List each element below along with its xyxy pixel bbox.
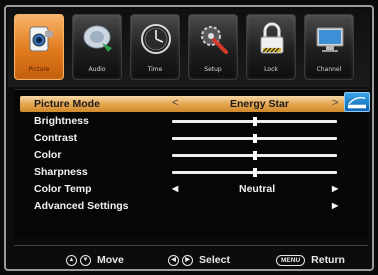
down-arrow-button-icon: ▼: [80, 254, 91, 266]
contrast-label: Contrast: [34, 132, 78, 144]
slider-knob[interactable]: [252, 117, 257, 126]
right-arrow-button-icon: ▶: [182, 254, 193, 266]
help-return: MENU Return: [276, 254, 345, 266]
advanced-settings-label: Advanced Settings: [34, 200, 129, 212]
monitor-icon: [316, 27, 344, 52]
slider-knob[interactable]: [252, 168, 257, 177]
triangle-left-icon[interactable]: ◀: [172, 184, 178, 193]
tab-lock[interactable]: Lock: [246, 14, 296, 80]
help-move: ▲ ▼ Move: [66, 254, 124, 266]
tab-label: Channel: [316, 66, 342, 73]
sharpness-slider[interactable]: [172, 168, 337, 177]
picture-menu-panel: Picture Mode < Energy Star > Brightness …: [14, 89, 370, 239]
menu-row-picture-mode[interactable]: Picture Mode < Energy Star >: [20, 96, 360, 112]
menu-row-brightness[interactable]: Brightness: [20, 113, 360, 129]
picture-mode-value: Energy Star: [230, 98, 289, 110]
menu-row-advanced-settings[interactable]: Advanced Settings ▶: [20, 198, 360, 214]
wrench-gear-icon: [201, 26, 228, 54]
help-move-label: Move: [97, 254, 124, 266]
color-temp-value: Neutral: [239, 183, 276, 195]
padlock-icon: [260, 22, 284, 54]
menu-row-sharpness[interactable]: Sharpness: [20, 164, 360, 180]
brightness-slider[interactable]: [172, 117, 337, 126]
menu-row-color-temp[interactable]: Color Temp ◀ Neutral ▶: [20, 181, 360, 197]
menu-tab-bar: Picture Audio Time Setup Lock Channel: [8, 9, 370, 87]
chevron-left-icon[interactable]: <: [172, 97, 178, 109]
camcorder-icon: [29, 26, 53, 52]
tab-label: Lock: [264, 66, 278, 73]
help-select: ◀ ▶ Select: [168, 254, 230, 266]
triangle-right-icon[interactable]: ▶: [332, 184, 338, 193]
chevron-right-icon[interactable]: >: [332, 97, 338, 109]
tab-channel[interactable]: Channel: [304, 14, 354, 80]
tab-label: Audio: [88, 66, 106, 73]
clock-icon: [141, 24, 171, 54]
help-select-label: Select: [199, 254, 230, 266]
slider-knob[interactable]: [252, 151, 257, 160]
energy-star-badge-icon: [344, 92, 370, 112]
tab-setup[interactable]: Setup: [188, 14, 238, 80]
tab-time[interactable]: Time: [130, 14, 180, 80]
tab-picture[interactable]: Picture: [14, 14, 64, 80]
satellite-dish-icon: [83, 25, 112, 52]
brightness-label: Brightness: [34, 115, 89, 127]
menu-key-icon: MENU: [276, 254, 306, 266]
tab-label: Setup: [204, 66, 222, 73]
menu-row-contrast[interactable]: Contrast: [20, 130, 360, 146]
tab-label: Time: [147, 66, 163, 73]
left-arrow-button-icon: ◀: [168, 254, 179, 266]
tab-audio[interactable]: Audio: [72, 14, 122, 80]
menu-row-color[interactable]: Color: [20, 147, 360, 163]
slider-knob[interactable]: [252, 134, 257, 143]
tab-label: Picture: [28, 66, 50, 73]
tv-menu-frame: Picture Audio Time Setup Lock Channel Pi…: [4, 5, 374, 271]
energy-star-logo-icon: [348, 97, 366, 109]
contrast-slider[interactable]: [172, 134, 337, 143]
help-return-label: Return: [311, 254, 345, 266]
up-arrow-button-icon: ▲: [66, 254, 77, 266]
color-slider[interactable]: [172, 151, 337, 160]
triangle-right-icon[interactable]: ▶: [332, 201, 338, 210]
picture-mode-label: Picture Mode: [34, 98, 100, 110]
sharpness-label: Sharpness: [34, 166, 88, 178]
color-temp-label: Color Temp: [34, 183, 92, 195]
color-label: Color: [34, 149, 62, 161]
help-bar: ▲ ▼ Move ◀ ▶ Select MENU Return: [14, 245, 368, 271]
